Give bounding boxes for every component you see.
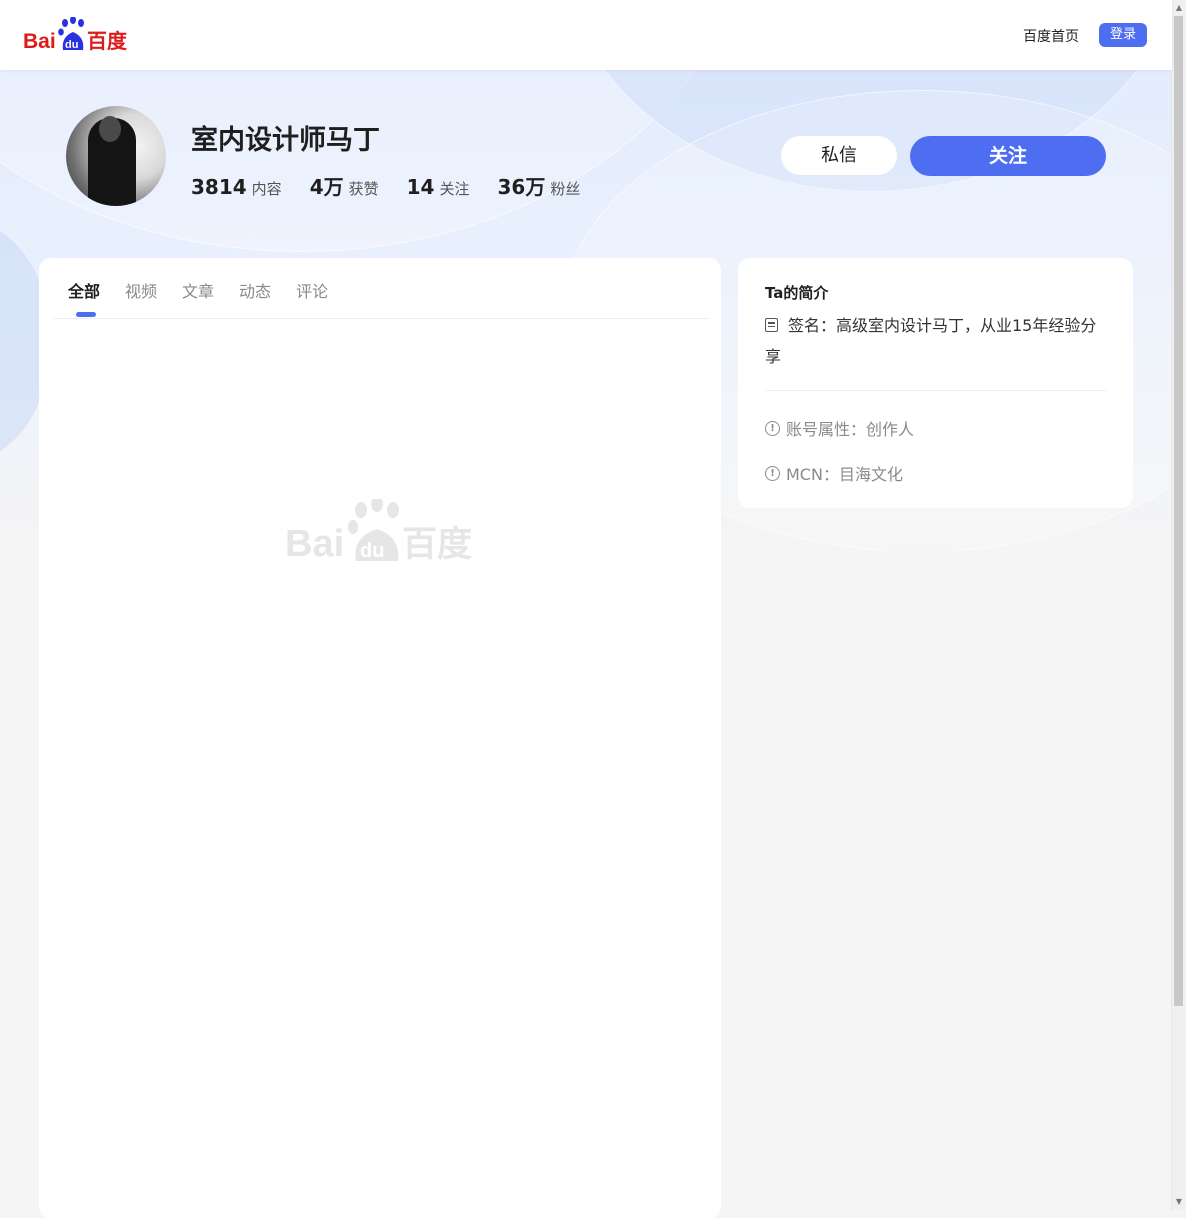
tab-comment[interactable]: 评论 — [296, 278, 328, 302]
stat-content[interactable]: 3814 内容 — [191, 175, 282, 199]
tab-article[interactable]: 文章 — [182, 278, 214, 302]
stat-label: 粉丝 — [550, 180, 581, 198]
stat-label: 内容 — [251, 180, 282, 198]
svg-text:Bai: Bai — [285, 523, 344, 563]
content-tabs: 全部 视频 文章 动态 评论 — [68, 278, 353, 302]
stat-value: 4万 — [309, 175, 344, 199]
document-icon — [765, 318, 778, 332]
account-attribute-row: ! 账号属性：创作人 — [765, 416, 914, 440]
svg-text:Bai: Bai — [23, 30, 56, 53]
stat-following[interactable]: 14 关注 — [407, 175, 470, 199]
private-message-button[interactable]: 私信 — [781, 136, 897, 175]
tab-dynamic[interactable]: 动态 — [239, 278, 271, 302]
svg-text:du: du — [65, 39, 78, 51]
svg-text:du: du — [360, 540, 384, 562]
info-circle-icon: ! — [765, 420, 780, 436]
account-attribute-text: 账号属性：创作人 — [786, 420, 915, 439]
scroll-down-arrow-icon[interactable]: ▼ — [1174, 1196, 1184, 1208]
intro-divider — [765, 390, 1106, 391]
stat-value: 3814 — [191, 175, 247, 199]
scroll-up-arrow-icon[interactable]: ▲ — [1174, 2, 1184, 14]
signature-row: 签名：高级室内设计马丁，从业15年经验分享 — [765, 310, 1110, 372]
stat-followers[interactable]: 36万 粉丝 — [497, 171, 580, 200]
stat-likes[interactable]: 4万 获赞 — [310, 171, 379, 200]
info-circle-icon: ! — [765, 465, 780, 481]
profile-intro-card: Ta的简介 签名：高级室内设计马丁，从业15年经验分享 ! 账号属性：创作人 !… — [738, 258, 1133, 508]
avatar-head — [99, 116, 121, 142]
baidu-logo[interactable]: Bai du 百度 — [23, 17, 129, 53]
profile-name: 室内设计师马丁 — [191, 125, 380, 156]
stat-label: 获赞 — [348, 180, 379, 198]
user-avatar[interactable] — [66, 106, 166, 206]
login-button[interactable]: 登录 — [1099, 23, 1147, 47]
tab-all[interactable]: 全部 — [68, 278, 100, 302]
signature-text: 签名：高级室内设计马丁，从业15年经验分享 — [765, 316, 1097, 366]
stat-value: 36万 — [497, 175, 546, 199]
mcn-row: ! MCN：目海文化 — [765, 461, 903, 485]
tab-video[interactable]: 视频 — [125, 278, 157, 302]
page-scrollbar[interactable]: ▲ ▼ — [1171, 0, 1186, 1210]
active-tab-indicator — [76, 312, 96, 317]
tab-divider — [53, 318, 709, 319]
stat-value: 14 — [406, 175, 435, 199]
top-navigation-bar: Bai du 百度 百度首页 登录 — [0, 0, 1172, 70]
baidu-home-link[interactable]: 百度首页 — [1023, 26, 1079, 46]
follow-button[interactable]: 关注 — [910, 136, 1106, 176]
profile-stats: 3814 内容 4万 获赞 14 关注 36万 粉丝 — [191, 171, 608, 200]
svg-text:百度: 百度 — [402, 525, 472, 563]
scrollbar-thumb[interactable] — [1174, 16, 1183, 1006]
baidu-loading-watermark: Bai du 百度 — [285, 499, 472, 563]
stat-label: 关注 — [439, 180, 470, 198]
content-feed-card: 全部 视频 文章 动态 评论 Bai du 百度 — [39, 258, 721, 1218]
svg-text:百度: 百度 — [87, 29, 128, 53]
intro-title: Ta的简介 — [765, 284, 829, 302]
mcn-text: MCN：目海文化 — [786, 465, 903, 484]
